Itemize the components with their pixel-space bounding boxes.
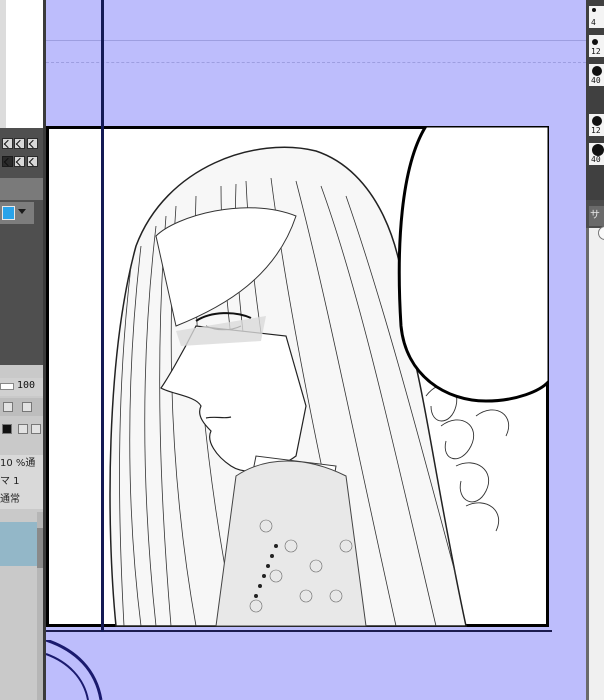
blend-tool-icon[interactable] — [2, 156, 13, 167]
manga-panel[interactable] — [46, 126, 549, 627]
brush-size-palette — [586, 0, 604, 200]
brush-size-cell[interactable]: 4 — [589, 6, 604, 28]
line-tool-icon[interactable] — [14, 138, 25, 149]
brush-size-label: 12 — [591, 126, 601, 135]
brush-size-cell[interactable]: 40 — [589, 64, 604, 86]
brush-size-label: 12 — [591, 47, 601, 56]
brush-size-cell[interactable]: 40 — [589, 143, 604, 165]
brush-dot-icon — [592, 39, 598, 45]
rotate-tool-icon[interactable] — [27, 156, 38, 167]
brush-size-label: 40 — [591, 155, 601, 164]
pen-tool-icon[interactable] — [2, 138, 13, 149]
left-tool-panel: 100 10 %通 マ 1 通常 — [0, 0, 46, 700]
layer-mask-icon[interactable] — [22, 402, 32, 412]
pencil-tool-icon[interactable] — [27, 138, 38, 149]
bleed-guide-line — [46, 62, 586, 63]
layer-row[interactable]: 10 %通 — [0, 455, 43, 473]
sub-tool-strip — [0, 178, 43, 200]
page-edge-line — [46, 630, 552, 632]
right-panel-scrollbar[interactable] — [586, 228, 589, 700]
brush-size-cell[interactable]: 12 — [589, 114, 604, 136]
palette-grip[interactable] — [0, 0, 6, 128]
layer-icons-row — [0, 398, 43, 416]
right-brush-panel: 4 12 40 12 40 サイ — [586, 0, 604, 700]
search-tool-icon[interactable] — [14, 156, 25, 167]
canvas-rotation-indicator — [46, 640, 103, 700]
layer-row[interactable]: マ 1 — [0, 473, 43, 491]
guide-line — [46, 40, 586, 41]
layer-thumbnail[interactable] — [0, 522, 37, 566]
brush-size-cell[interactable]: 12 — [589, 35, 604, 57]
opacity-slider[interactable] — [0, 383, 14, 390]
ruler-guide-vertical[interactable] — [101, 0, 104, 632]
color-dropdown-icon[interactable] — [18, 209, 26, 214]
canvas-area[interactable] — [46, 0, 586, 700]
brush-size-label: 4 — [591, 18, 596, 27]
brush-dot-icon — [592, 66, 602, 76]
layer-trash-icon[interactable] — [31, 424, 41, 434]
layer-lock-icon[interactable] — [3, 402, 13, 412]
main-color-swatch[interactable] — [2, 206, 15, 220]
tool-palette-area — [0, 0, 43, 128]
brush-size-label: 40 — [591, 76, 601, 85]
layer-new-icon[interactable] — [2, 424, 12, 434]
layer-folder-icon[interactable] — [18, 424, 28, 434]
opacity-value[interactable]: 100 — [17, 380, 35, 391]
layer-row[interactable]: 通常 — [0, 491, 43, 509]
tool-property-panel — [589, 228, 604, 700]
size-tab[interactable]: サイ — [589, 206, 604, 241]
brush-dot-icon — [592, 116, 602, 126]
brush-dot-icon — [592, 8, 596, 12]
